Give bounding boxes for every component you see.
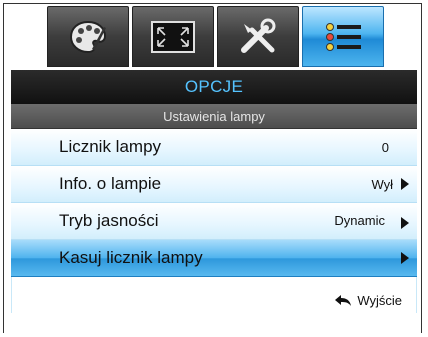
tab-setup[interactable] [217,6,299,67]
tab-options[interactable] [302,6,384,67]
palette-icon [69,20,107,53]
exit-label: Wyjście [357,293,402,308]
brightness-mode-value: Dynamic [334,213,385,228]
menu-footer: Wyjście [11,277,417,313]
list-menu-icon [326,22,361,51]
menu-item-lamp-hours[interactable]: Licznik lampy 0 [11,129,417,166]
tab-display[interactable] [132,6,214,67]
return-arrow-icon [335,294,352,306]
tab-bar [47,6,386,67]
lamp-hours-value: 0 [381,139,389,155]
menu-item-label: Info. o lampie [59,174,162,193]
menu-item-label: Tryb jasności [59,211,159,230]
tab-image[interactable] [47,6,129,67]
menu-item-lamp-info[interactable]: Info. o lampie Wył [11,166,417,203]
menu-item-brightness-mode[interactable]: Tryb jasności Dynamic [11,203,417,240]
menu-title: OPCJE [11,70,417,104]
screen-fit-icon [151,20,195,53]
menu-subtitle: Ustawienia lampy [11,104,417,129]
menu-item-label: Kasuj licznik lampy [59,248,203,267]
tools-icon [241,18,276,53]
lamp-info-value: Wył [371,176,393,192]
options-menu-panel: OPCJE Ustawienia lampy Licznik lampy 0 I… [11,70,417,313]
chevron-right-icon [401,178,409,190]
menu-item-label: Licznik lampy [59,137,162,156]
chevron-right-icon [401,217,409,229]
chevron-right-icon [401,252,409,264]
exit-button[interactable]: Wyjście [334,293,402,308]
menu-item-reset-lamp-hours[interactable]: Kasuj licznik lampy [11,240,417,277]
